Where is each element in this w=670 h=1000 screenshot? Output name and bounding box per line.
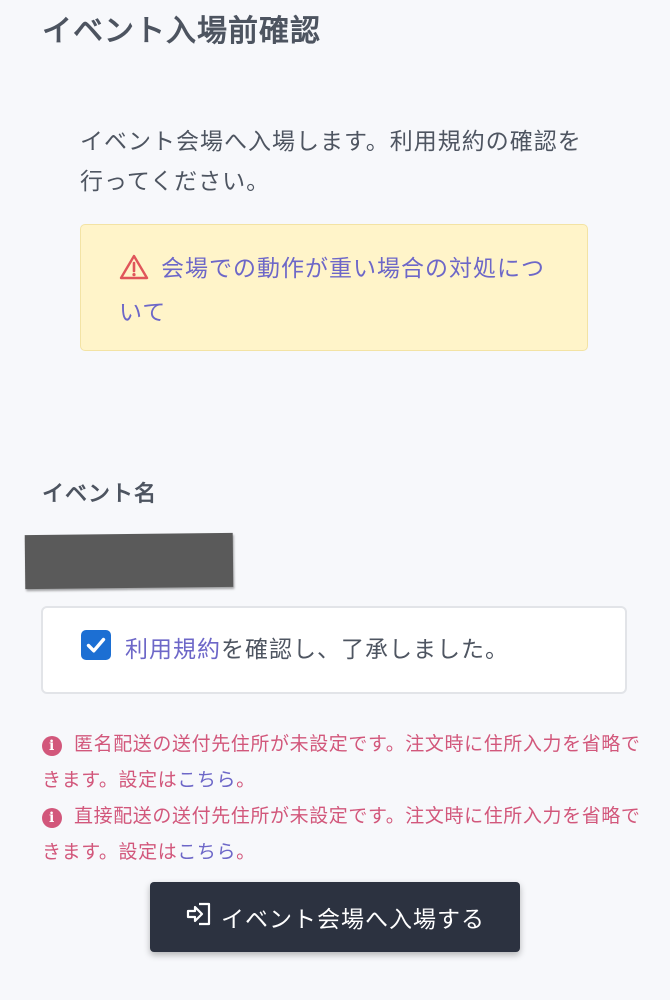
notice-box: 会場での動作が重い場合の対処について [80, 224, 588, 351]
alert-text: 直接配送の送付先住所が未設定です。注文時に住所入力を省略できます。設定は [42, 805, 641, 863]
terms-agreement-box: 利用規約を確認し、了承しました。 [41, 606, 627, 694]
intro-text: イベント会場へ入場します。利用規約の確認を行ってください。 [80, 129, 582, 195]
info-icon: i [42, 808, 62, 828]
address-alerts: i 匿名配送の送付先住所が未設定です。注文時に住所入力を省略できます。設定はこちら… [42, 726, 642, 870]
terms-link[interactable]: 利用規約 [125, 637, 221, 663]
alert-text: 匿名配送の送付先住所が未設定です。注文時に住所入力を省略できます。設定は [42, 733, 641, 791]
settings-link[interactable]: こちら [177, 841, 236, 863]
alert-end: 。 [236, 841, 256, 863]
page-title: イベント入場前確認 [42, 14, 321, 49]
terms-checkbox[interactable] [81, 630, 111, 660]
alert-direct-shipping: i 直接配送の送付先住所が未設定です。注文時に住所入力を省略できます。設定はこちら… [42, 798, 642, 870]
enter-event-button[interactable]: イベント会場へ入場する [150, 882, 520, 952]
enter-icon [185, 901, 213, 933]
terms-label-suffix: を確認し、了承しました。 [221, 637, 509, 663]
info-icon: i [42, 736, 62, 756]
alert-end: 。 [236, 769, 256, 791]
event-name-label: イベント名 [42, 482, 158, 507]
enter-button-label: イベント会場へ入場する [221, 907, 485, 933]
settings-link[interactable]: こちら [177, 769, 236, 791]
event-name-value [24, 532, 234, 590]
terms-label: 利用規約を確認し、了承しました。 [125, 632, 509, 668]
notice-link-text: 会場での動作が重い場合の対処について [119, 256, 545, 326]
warning-triangle-icon [119, 253, 149, 293]
alert-anonymous-shipping: i 匿名配送の送付先住所が未設定です。注文時に住所入力を省略できます。設定はこちら… [42, 726, 642, 798]
notice-link[interactable]: 会場での動作が重い場合の対処について [119, 253, 545, 326]
checkmark-icon [86, 637, 106, 653]
